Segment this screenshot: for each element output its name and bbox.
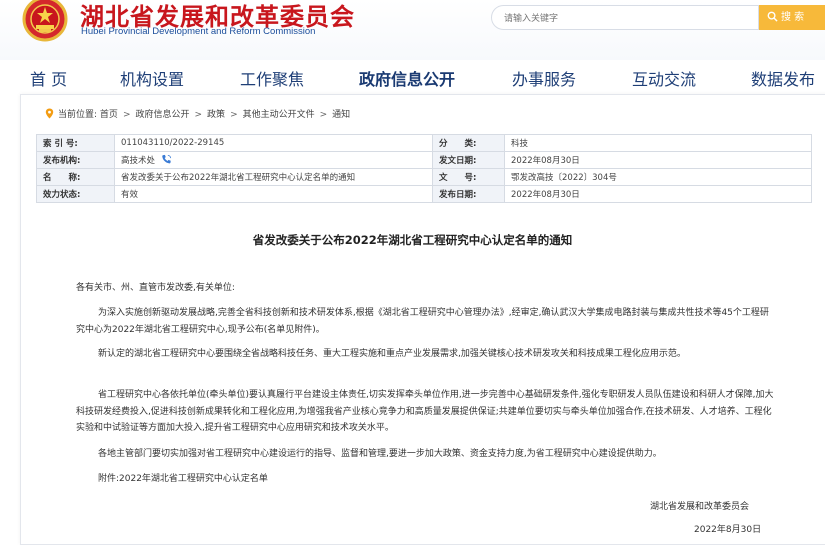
site-subtitle: Hubei Provincial Development and Reform … <box>81 26 316 37</box>
breadcrumb-separator: > <box>194 110 203 120</box>
nav-item-services[interactable]: 办事服务 <box>512 66 576 90</box>
meta-key-validity: 效力状态: <box>36 185 115 203</box>
meta-value-name: 省发改委关于公布2022年湖北省工程研究中心认定名单的通知 <box>114 168 433 186</box>
table-row: 效力状态: 有效 发布日期: 2022年08月30日 <box>36 185 812 203</box>
breadcrumb-separator: > <box>319 110 328 120</box>
nav-item-interaction[interactable]: 互动交流 <box>632 66 696 90</box>
document-meta-table: 索 引 号: 011043110/2022-29145 分 类: 科技 发布机构… <box>36 134 812 203</box>
breadcrumb-policy[interactable]: 政策 <box>207 110 225 120</box>
meta-value-doc-number: 鄂发改高技〔2022〕304号 <box>504 168 812 186</box>
article-date: 2022年8月30日 <box>694 525 762 535</box>
table-row: 索 引 号: 011043110/2022-29145 分 类: 科技 <box>36 134 812 152</box>
location-pin-icon <box>45 108 54 119</box>
breadcrumb-gov-info[interactable]: 政府信息公开 <box>135 110 189 120</box>
meta-key-doc-number: 文 号: <box>432 168 505 186</box>
article-title: 省发改委关于公布2022年湖北省工程研究中心认定名单的通知 <box>252 233 573 247</box>
breadcrumb-notice[interactable]: 通知 <box>332 110 350 120</box>
search-button[interactable]: 搜 索 <box>759 5 825 30</box>
breadcrumb-home[interactable]: 首页 <box>100 110 118 120</box>
nav-item-work-focus[interactable]: 工作聚焦 <box>240 66 304 90</box>
article-paragraph: 为深入实施创新驱动发展战略,完善全省科技创新和技术研发体系,根据《湖北省工程研究… <box>76 308 769 335</box>
table-row: 名 称: 省发改委关于公布2022年湖北省工程研究中心认定名单的通知 文 号: … <box>36 168 812 186</box>
nav-item-organization[interactable]: 机构设置 <box>120 66 184 90</box>
national-emblem-icon[interactable] <box>22 0 68 42</box>
article-signer: 湖北省发展和改革委员会 <box>650 502 750 512</box>
article-paragraph: 各地主管部门要切实加强对省工程研究中心建设运行的指导、监督和管理,要进一步加大政… <box>98 449 662 459</box>
search-icon <box>767 11 778 22</box>
search-button-label: 搜 索 <box>781 12 805 23</box>
search-input[interactable] <box>492 7 744 31</box>
meta-key-category: 分 类: <box>432 134 505 152</box>
nav-item-data-release[interactable]: 数据发布 <box>751 66 815 90</box>
site-header: 湖北省发展和改革委员会 Hubei Provincial Development… <box>0 0 825 60</box>
article-attachment[interactable]: 附件:2022年湖北省工程研究中心认定名单 <box>76 471 776 488</box>
nav-item-gov-info[interactable]: 政府信息公开 <box>359 66 455 90</box>
meta-key-publisher: 发布机构: <box>36 151 115 169</box>
article-paragraph: 省工程研究中心各依托单位(牵头单位)要认真履行平台建设主体责任,切实发挥牵头单位… <box>76 390 774 433</box>
search-box <box>491 5 759 31</box>
table-row: 发布机构: 高技术处 发文日期: 2022年08月30日 <box>36 151 812 169</box>
meta-value-issue-date: 2022年08月30日 <box>504 151 812 169</box>
breadcrumb-separator: > <box>122 110 131 120</box>
breadcrumb-prefix: 当前位置: <box>58 110 98 120</box>
nav-item-home[interactable]: 首 页 <box>30 66 67 90</box>
meta-value-publisher-cell: 高技术处 <box>114 151 433 169</box>
phone-icon[interactable] <box>161 154 172 165</box>
article-paragraph: 新认定的湖北省工程研究中心要围绕全省战略科技任务、重大工程实施和重点产业发展需求… <box>98 349 686 359</box>
meta-value-index: 011043110/2022-29145 <box>114 134 433 152</box>
breadcrumb: 当前位置: 首页 > 政府信息公开 > 政策 > 其他主动公开文件 > 通知 <box>45 107 350 120</box>
article-salutation: 各有关市、州、直管市发改委,有关单位: <box>76 283 235 293</box>
breadcrumb-separator: > <box>230 110 238 120</box>
meta-value-category: 科技 <box>504 134 812 152</box>
main-nav: 首 页 机构设置 工作聚焦 政府信息公开 办事服务 互动交流 数据发布 <box>0 60 825 94</box>
meta-key-name: 名 称: <box>36 168 115 186</box>
meta-key-publish-date: 发布日期: <box>432 185 505 203</box>
meta-key-index: 索 引 号: <box>36 134 115 152</box>
breadcrumb-other-files[interactable]: 其他主动公开文件 <box>243 110 315 120</box>
meta-key-issue-date: 发文日期: <box>432 151 505 169</box>
meta-value-validity: 有效 <box>114 185 433 203</box>
meta-value-publisher: 高技术处 <box>121 156 156 166</box>
meta-value-publish-date: 2022年08月30日 <box>504 185 812 203</box>
